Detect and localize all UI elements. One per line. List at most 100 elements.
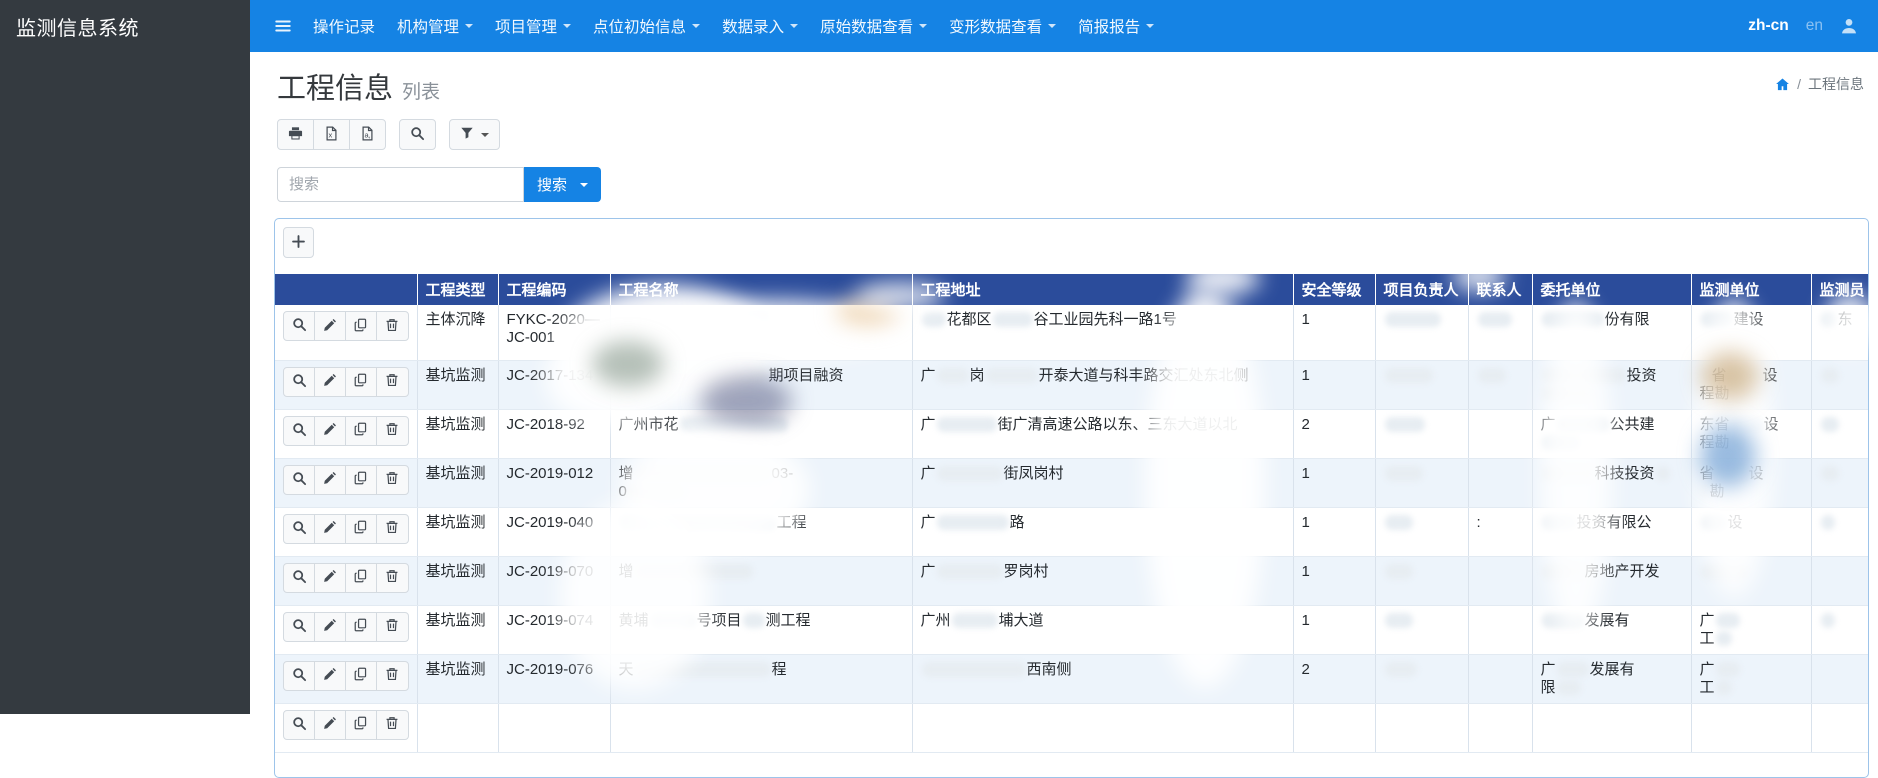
filter-dropdown-button[interactable] — [449, 119, 500, 150]
row-edit-button[interactable] — [314, 514, 346, 544]
cell-project-name: 期项目融资 — [610, 360, 912, 409]
cell-contact — [1468, 305, 1532, 360]
cell-text-fragment: 广 — [921, 465, 936, 482]
cell-safety-level: 1 — [1293, 360, 1375, 409]
row-edit-button[interactable] — [314, 416, 346, 446]
row-edit-button[interactable] — [314, 465, 346, 495]
row-delete-button[interactable] — [376, 612, 408, 642]
row-edit-button[interactable] — [314, 612, 346, 642]
search-icon — [292, 422, 307, 440]
cell-safety-level: 1 — [1293, 605, 1375, 654]
cell-project-address: 广街广清高速公路以东、三东大道以北 — [912, 409, 1293, 458]
home-icon[interactable] — [1775, 77, 1790, 92]
nav-item-briefing-report[interactable]: 简报报告 — [1067, 15, 1165, 37]
redacted-smudge — [628, 484, 684, 499]
row-edit-button[interactable] — [314, 311, 346, 341]
row-view-button[interactable] — [283, 563, 315, 593]
cell-project-type: 基坑监测 — [417, 458, 498, 507]
breadcrumb: / 工程信息 — [1775, 74, 1864, 94]
row-copy-button[interactable] — [345, 710, 377, 740]
row-copy-button[interactable] — [345, 514, 377, 544]
row-copy-button[interactable] — [345, 661, 377, 691]
row-edit-button[interactable] — [314, 710, 346, 740]
redacted-smudge — [1716, 680, 1732, 695]
redacted-smudge — [1385, 312, 1441, 327]
cell-text-fragment: 投资有限公 — [1577, 514, 1652, 531]
cell-text-fragment: 发展有 — [1585, 612, 1630, 629]
cell-contact — [1468, 360, 1532, 409]
table-row: 基坑监测JC-2019-070增广罗岗村1房地产开发 — [275, 556, 1868, 605]
row-copy-button[interactable] — [345, 311, 377, 341]
row-delete-button[interactable] — [376, 367, 408, 397]
hamburger-icon[interactable] — [264, 17, 302, 35]
cell-actions — [275, 654, 417, 703]
redacted-smudge — [1557, 662, 1589, 677]
copy-icon — [354, 569, 368, 586]
svg-text:a,: a, — [365, 130, 371, 139]
row-edit-button[interactable] — [314, 661, 346, 691]
row-copy-button[interactable] — [345, 465, 377, 495]
nav-item-point-initial-info[interactable]: 点位初始信息 — [582, 15, 711, 37]
cell-project-owner — [1375, 703, 1468, 752]
row-view-button[interactable] — [283, 367, 315, 397]
row-edit-button[interactable] — [314, 563, 346, 593]
row-delete-button[interactable] — [376, 465, 408, 495]
row-view-button[interactable] — [283, 710, 315, 740]
cell-text-fragment: 东 — [1838, 311, 1853, 328]
row-view-button[interactable] — [283, 311, 315, 341]
nav-item-project-management[interactable]: 项目管理 — [484, 15, 582, 37]
row-view-button[interactable] — [283, 465, 315, 495]
row-copy-button[interactable] — [345, 563, 377, 593]
row-delete-button[interactable] — [376, 311, 408, 341]
row-view-button[interactable] — [283, 612, 315, 642]
cell-actions — [275, 605, 417, 654]
redacted-smudge — [937, 368, 969, 383]
row-copy-button[interactable] — [345, 367, 377, 397]
search-toggle-button[interactable] — [399, 119, 436, 150]
cell-project-type: 基坑监测 — [417, 556, 498, 605]
redacted-smudge — [1731, 417, 1763, 432]
search-input[interactable] — [277, 167, 524, 202]
nav-item-deformation-data-view[interactable]: 变形数据查看 — [938, 15, 1067, 37]
add-record-button[interactable] — [283, 227, 314, 258]
nav-item-data-entry[interactable]: 数据录入 — [711, 15, 809, 37]
lang-zh-cn-toggle[interactable]: zh-cn — [1748, 17, 1788, 35]
export-doc-button[interactable]: a, — [349, 119, 386, 150]
table-row: 基坑监测JC-2019-012增03-0广街凤岗村1科技投资省设勘 — [275, 458, 1868, 507]
top-navbar: 操作记录机构管理项目管理点位初始信息数据录入原始数据查看变形数据查看简报报告 z… — [250, 0, 1878, 52]
app-title: 监测信息系统 — [0, 0, 250, 52]
user-icon[interactable] — [1840, 17, 1858, 35]
row-view-button[interactable] — [283, 416, 315, 446]
row-delete-button[interactable] — [376, 661, 408, 691]
cell-project-address: 广路 — [912, 507, 1293, 556]
nav-item-raw-data-view[interactable]: 原始数据查看 — [809, 15, 938, 37]
row-delete-button[interactable] — [376, 514, 408, 544]
cell-text-fragment: 罗岗村 — [1004, 563, 1049, 580]
row-delete-button[interactable] — [376, 563, 408, 593]
cell-text-fragment: 工 — [1700, 630, 1715, 647]
lang-en-toggle[interactable]: en — [1806, 17, 1823, 35]
row-delete-button[interactable] — [376, 416, 408, 446]
row-delete-button[interactable] — [376, 710, 408, 740]
cell-text-fragment: 街广清高速公路以东、三东大道以北 — [998, 416, 1238, 433]
row-copy-button[interactable] — [345, 416, 377, 446]
search-icon — [292, 373, 307, 391]
cell-text-fragment: 广 — [1541, 416, 1556, 433]
projects-table: 工程类型工程编码工程名称工程地址安全等级项目负责人联系人委托单位监测单位监测员 … — [275, 274, 1869, 753]
export-excel-button[interactable]: x — [313, 119, 350, 150]
nav-item-operation-log[interactable]: 操作记录 — [302, 15, 386, 37]
nav-item-org-management[interactable]: 机构管理 — [386, 15, 484, 37]
cell-project-code: JC-2019-040 — [498, 507, 610, 556]
search-button[interactable]: 搜索 — [524, 167, 601, 202]
row-view-button[interactable] — [283, 661, 315, 691]
cell-inspector — [1811, 360, 1868, 409]
row-view-button[interactable] — [283, 514, 315, 544]
print-button[interactable] — [277, 119, 314, 150]
cell-project-owner — [1375, 360, 1468, 409]
row-edit-button[interactable] — [314, 367, 346, 397]
trash-icon — [385, 471, 399, 488]
cell-monitoring-unit: 广工 — [1691, 654, 1811, 703]
trash-icon — [385, 667, 399, 684]
page-subtitle: 列表 — [402, 82, 440, 103]
row-copy-button[interactable] — [345, 612, 377, 642]
